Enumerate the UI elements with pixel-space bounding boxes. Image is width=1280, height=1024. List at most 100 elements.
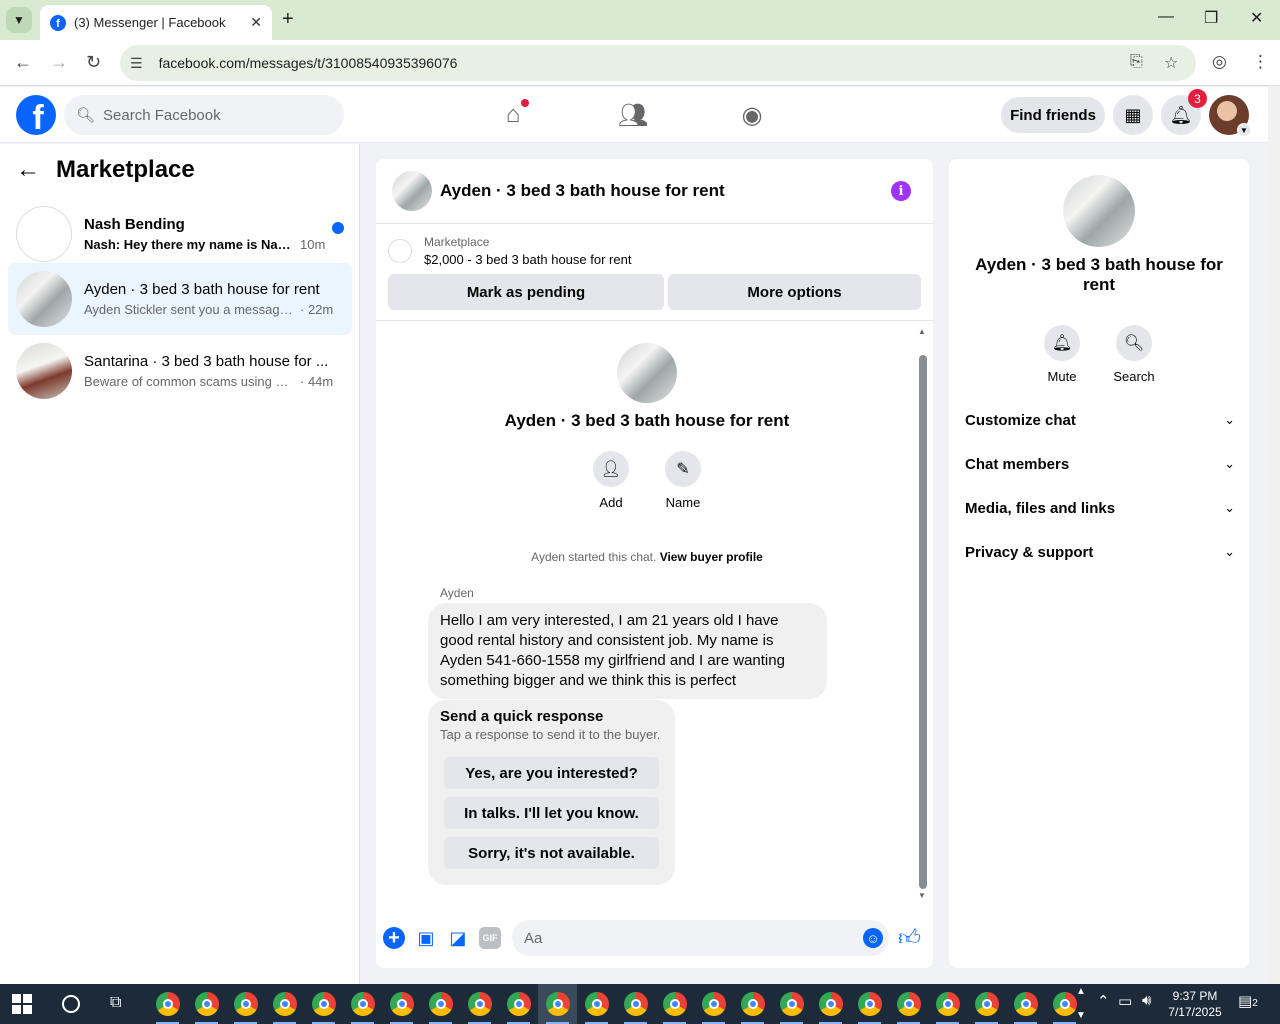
message-input[interactable] — [524, 929, 844, 947]
chat-scrollbar[interactable]: ▲ ▼ — [918, 327, 928, 900]
menu-kebab-icon[interactable]: ⋮ — [1252, 52, 1269, 72]
info-icon[interactable]: i — [891, 181, 911, 201]
friends-icon[interactable]: 👥︎ — [618, 101, 648, 129]
taskbar-chrome-window-icon[interactable] — [928, 984, 967, 1024]
find-friends-button[interactable]: Find friends — [1001, 97, 1105, 133]
media-files-links-section[interactable]: Media, files and links ⌄ — [965, 490, 1235, 526]
taskbar-chrome-window-icon[interactable] — [421, 984, 460, 1024]
name-chat-button[interactable]: ✎ Name — [653, 451, 713, 510]
taskbar-chrome-window-icon[interactable] — [304, 984, 343, 1024]
taskbar-clock[interactable]: 9:37 PM 7/17/2025 — [1160, 988, 1230, 1020]
chat-members-section[interactable]: Chat members ⌄ — [965, 446, 1235, 482]
action-center-icon[interactable]: ▤2 — [1238, 992, 1258, 1010]
avatar — [16, 343, 72, 399]
facebook-logo-icon[interactable]: f — [16, 95, 56, 135]
profile-icon[interactable]: ◎ — [1212, 52, 1227, 72]
task-view-icon[interactable]: ⧉ — [110, 994, 121, 1012]
new-tab-button[interactable]: + — [282, 8, 294, 31]
quick-response-not-available-button[interactable]: Sorry, it's not available. — [444, 837, 659, 869]
back-arrow-icon[interactable]: ← — [16, 156, 42, 184]
network-icon[interactable]: ▭ — [1118, 992, 1132, 1010]
quick-response-yes-button[interactable]: Yes, are you interested? — [444, 757, 659, 789]
taskbar-chrome-window-icon[interactable] — [967, 984, 1006, 1024]
taskbar-chrome-window-icon[interactable] — [616, 984, 655, 1024]
scroll-down-icon[interactable]: ▼ — [1076, 1010, 1086, 1021]
view-buyer-profile-link[interactable]: View buyer profile — [660, 550, 763, 564]
facebook-search[interactable]: 🔍︎ — [64, 95, 344, 135]
browser-tab[interactable]: f (3) Messenger | Facebook ✕ — [40, 5, 272, 40]
photo-icon[interactable]: ▣ — [415, 927, 437, 949]
groups-icon[interactable]: ◉ — [738, 101, 766, 129]
taskbar-chrome-window-icon[interactable] — [148, 984, 187, 1024]
taskbar-chrome-window-icon[interactable] — [343, 984, 382, 1024]
scroll-up-icon[interactable]: ▲ — [1076, 986, 1086, 997]
list-item[interactable]: Santarina · 3 bed 3 bath house for ... B… — [8, 335, 352, 407]
windows-start-icon[interactable] — [12, 994, 32, 1014]
message-input-box[interactable]: ☺ — [512, 920, 889, 956]
taskbar-search-icon[interactable] — [62, 995, 80, 1013]
quick-response-in-talks-button[interactable]: In talks. I'll let you know. — [444, 797, 659, 829]
avatar[interactable] — [392, 171, 432, 211]
install-app-icon[interactable]: ⎘ — [1130, 53, 1143, 71]
emoji-icon[interactable]: ☺ — [863, 928, 883, 948]
taskbar-chrome-window-icon[interactable] — [889, 984, 928, 1024]
bell-icon: 🔔︎ — [1044, 325, 1080, 361]
list-item[interactable]: Ayden · 3 bed 3 bath house for rent Ayde… — [8, 263, 352, 335]
taskbar-chrome-window-icon[interactable] — [694, 984, 733, 1024]
address-bar[interactable]: ☰ facebook.com/messages/t/31008540935396… — [120, 45, 1196, 81]
taskbar-chrome-window-icon[interactable] — [577, 984, 616, 1024]
close-window-icon[interactable]: ✕ — [1250, 8, 1263, 28]
taskbar-chrome-window-icon[interactable] — [850, 984, 889, 1024]
customize-chat-section[interactable]: Customize chat ⌄ — [965, 402, 1235, 438]
tab-search-dropdown-icon[interactable]: ▼ — [6, 7, 32, 33]
back-icon[interactable]: ← — [14, 52, 32, 73]
search-in-chat-button[interactable]: 🔍︎ Search — [1104, 325, 1164, 384]
taskbar-chrome-window-icon[interactable] — [265, 984, 304, 1024]
taskbar-chrome-window-icon[interactable] — [733, 984, 772, 1024]
sticker-icon[interactable]: ◪ — [447, 927, 469, 949]
show-hidden-icons-chevron-icon[interactable]: ⌃ — [1097, 992, 1110, 1010]
taskbar-chrome-window-icon[interactable] — [499, 984, 538, 1024]
thumbs-up-icon[interactable]: 👍︎ — [898, 924, 921, 951]
taskbar-chrome-window-icon[interactable] — [460, 984, 499, 1024]
chevron-down-icon: ⌄ — [1224, 544, 1235, 559]
taskbar-chrome-window-icon[interactable] — [538, 984, 577, 1024]
listing-summary[interactable]: Marketplace $2,000 - 3 bed 3 bath house … — [388, 235, 631, 267]
menu-grid-icon[interactable]: ▦ — [1113, 95, 1153, 135]
plus-icon[interactable]: + — [383, 927, 405, 949]
chat-title[interactable]: Ayden · 3 bed 3 bath house for rent — [440, 181, 725, 201]
close-tab-icon[interactable]: ✕ — [250, 14, 262, 31]
search-input[interactable] — [103, 106, 324, 124]
account-avatar[interactable]: ▼ — [1209, 95, 1251, 137]
conversation-name: Santarina · 3 bed 3 bath house for ... — [84, 353, 329, 370]
reload-icon[interactable]: ↻ — [86, 52, 101, 73]
forward-icon[interactable]: → — [50, 52, 68, 73]
taskbar-chrome-window-icon[interactable] — [1006, 984, 1045, 1024]
minimize-icon[interactable]: — — [1158, 8, 1174, 26]
home-icon[interactable]: ⌂ — [499, 99, 529, 129]
scroll-up-icon[interactable]: ▲ — [918, 327, 926, 336]
notifications-bell-icon[interactable]: 🔔︎ 3 — [1161, 89, 1207, 135]
gif-icon[interactable]: GIF — [479, 927, 501, 949]
taskbar-chrome-window-icon[interactable] — [811, 984, 850, 1024]
taskbar-chrome-window-icon[interactable] — [226, 984, 265, 1024]
mute-button[interactable]: 🔔︎ Mute — [1032, 325, 1092, 384]
chrome-icon — [584, 992, 609, 1016]
add-people-button[interactable]: 👤︎ Add — [581, 451, 641, 510]
mark-as-pending-button[interactable]: Mark as pending — [388, 274, 664, 310]
list-item[interactable]: Nash Bending Nash: Hey there my name is … — [8, 198, 352, 270]
taskbar-chrome-window-icon[interactable] — [382, 984, 421, 1024]
taskbar-chrome-window-icon[interactable] — [187, 984, 226, 1024]
bookmark-star-icon[interactable]: ☆ — [1164, 53, 1178, 73]
scrollbar-thumb[interactable] — [919, 355, 927, 889]
restore-icon[interactable]: ❐ — [1204, 8, 1218, 28]
volume-icon[interactable]: 🔊︎ — [1142, 992, 1151, 1009]
privacy-support-section[interactable]: Privacy & support ⌄ — [965, 534, 1235, 570]
more-options-button[interactable]: More options — [668, 274, 921, 310]
home-notification-dot — [521, 99, 529, 107]
scroll-down-icon[interactable]: ▼ — [918, 891, 926, 900]
taskbar-chrome-window-icon[interactable] — [655, 984, 694, 1024]
page-scrollbar[interactable] — [1268, 87, 1280, 984]
taskbar-chrome-window-icon[interactable] — [772, 984, 811, 1024]
site-info-icon[interactable]: ☰ — [130, 55, 143, 72]
